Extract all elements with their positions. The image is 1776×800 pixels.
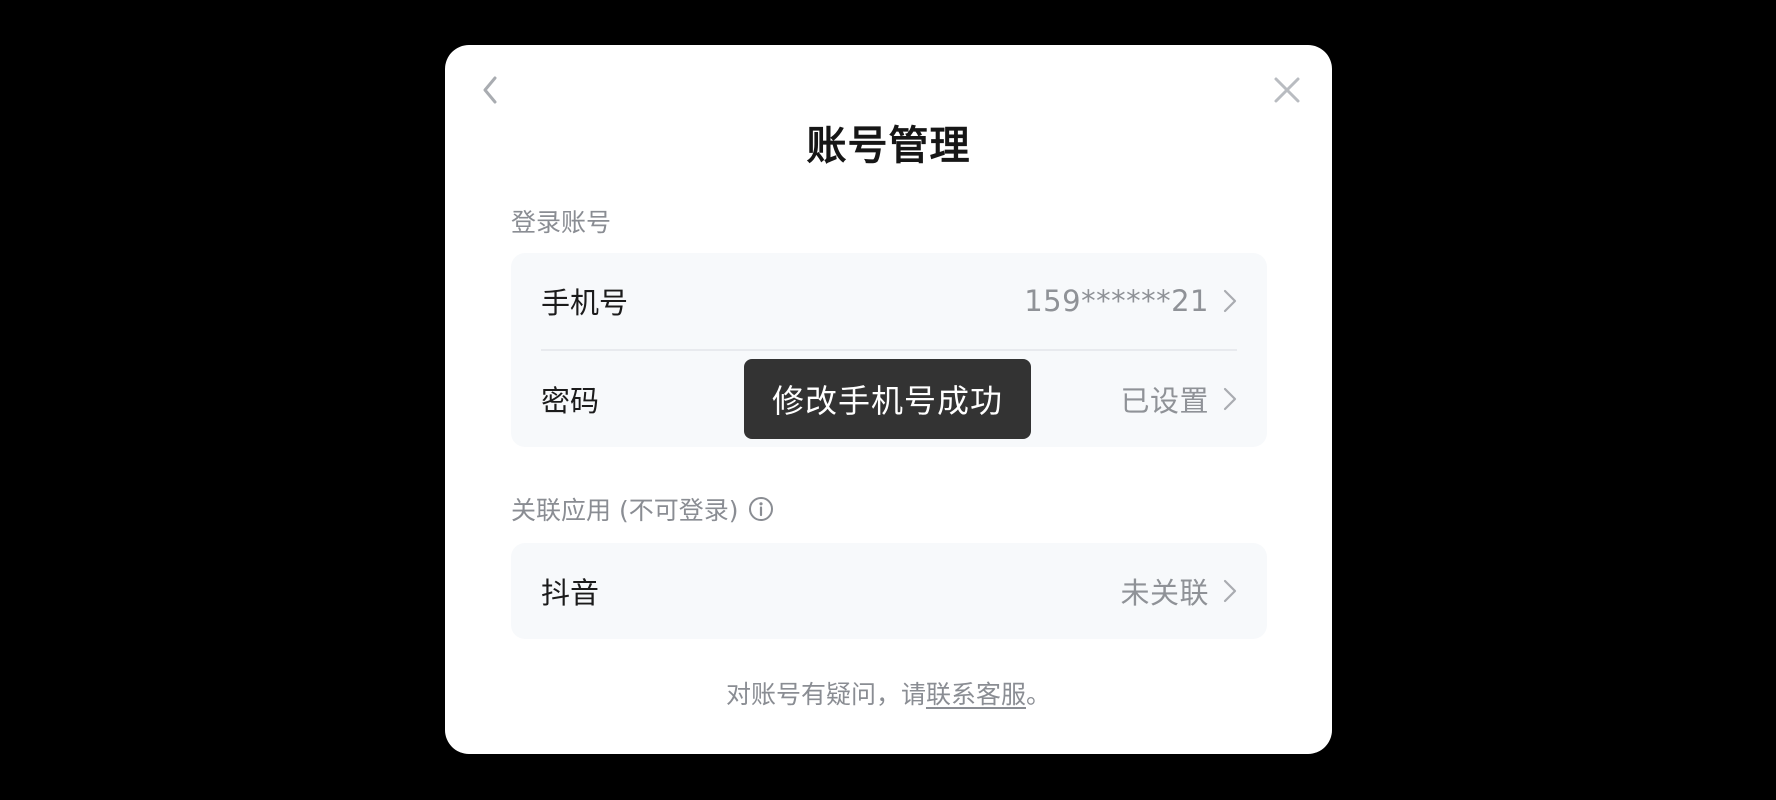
linked-apps-label-text: 关联应用 (不可登录): [511, 496, 739, 525]
douyin-value-group: 未关联: [1120, 570, 1237, 612]
chevron-right-icon: [1223, 387, 1237, 411]
contact-support-link[interactable]: 联系客服: [926, 680, 1026, 709]
success-toast: 修改手机号成功: [744, 359, 1031, 439]
douyin-row[interactable]: 抖音 未关联: [541, 543, 1237, 639]
password-label: 密码: [541, 384, 600, 418]
close-icon: [1274, 77, 1300, 103]
close-button[interactable]: [1270, 73, 1304, 107]
linked-apps-section-label: 关联应用 (不可登录): [511, 491, 774, 527]
chevron-right-icon: [1223, 289, 1237, 313]
help-footer: 对账号有疑问，请联系客服。: [445, 675, 1332, 711]
info-icon[interactable]: [748, 496, 774, 522]
phone-row[interactable]: 手机号 159******21: [541, 253, 1237, 349]
dialog-title: 账号管理: [806, 123, 971, 169]
phone-value: 159******21: [1024, 284, 1209, 318]
back-button[interactable]: [473, 73, 507, 107]
footer-text: 对账号有疑问，请: [725, 680, 926, 709]
chevron-left-icon: [483, 76, 497, 104]
footer-suffix: 。: [1026, 680, 1052, 709]
login-section-label-text: 登录账号: [511, 208, 612, 237]
phone-label: 手机号: [541, 286, 629, 320]
douyin-label: 抖音: [541, 576, 600, 610]
password-value-group: 已设置: [1120, 378, 1237, 420]
login-section-label: 登录账号: [511, 203, 611, 239]
password-value: 已设置: [1120, 384, 1209, 418]
douyin-value: 未关联: [1120, 576, 1209, 610]
chevron-right-icon: [1223, 579, 1237, 603]
linked-apps-card: 抖音 未关联: [511, 543, 1267, 639]
phone-value-group: 159******21: [1024, 284, 1237, 318]
